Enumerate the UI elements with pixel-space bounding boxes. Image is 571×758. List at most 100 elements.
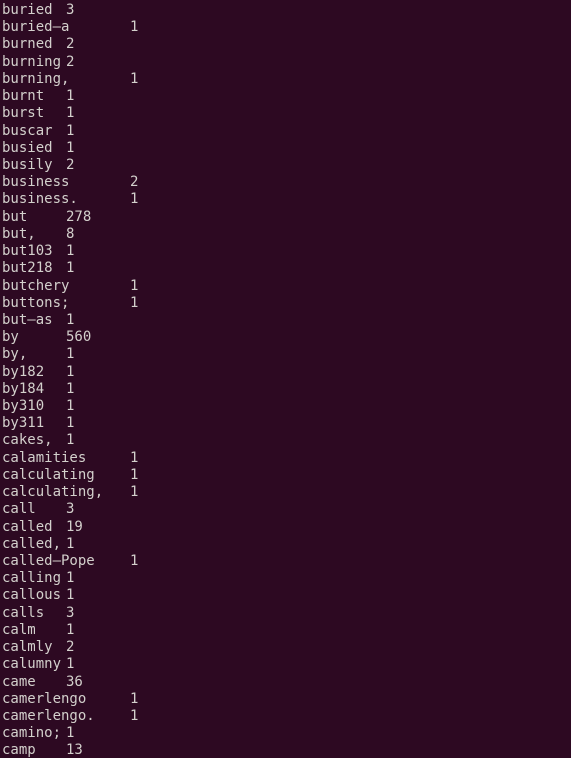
terminal-line: called, 1 [2,536,571,553]
count-cell: 2 [66,156,75,173]
count-cell: 1 [66,432,75,449]
count-cell: 1 [66,243,75,260]
count-cell: 2 [66,36,75,53]
word-cell: calmly [2,639,53,656]
terminal-line: but, 8 [2,226,571,243]
count-cell: 3 [66,501,75,518]
count-cell: 1 [66,656,75,673]
terminal-screen[interactable]: buried 3 buried–a 1 burned 2 burning 2 burning, 1… [0,0,571,758]
word-cell: butchery [2,277,70,294]
word-cell: burst [2,105,45,122]
word-cell: but218 [2,260,53,277]
terminal-line: burning 2 [2,54,571,71]
count-cell: 1 [130,707,139,724]
word-cell: cakes, [2,432,53,449]
word-cell: busily [2,156,53,173]
terminal-line: calculating 1 [2,467,571,484]
count-cell: 1 [130,277,139,294]
word-cell: by310 [2,398,45,415]
count-cell: 13 [66,742,83,758]
terminal-line: buscar 1 [2,123,571,140]
count-cell: 1 [66,535,75,552]
word-cell: but [2,208,28,225]
terminal-line: buried–a 1 [2,19,571,36]
count-cell: 1 [130,553,139,569]
word-cell: calumny [2,656,62,673]
terminal-line: buried 3 [2,2,571,19]
count-cell: 2 [130,174,139,191]
terminal-line: calumny 1 [2,656,571,673]
terminal-line: busily 2 [2,157,571,174]
terminal-line: camino; 1 [2,725,571,742]
terminal-line: by310 1 [2,398,571,415]
count-cell: 1 [130,484,139,501]
count-cell: 1 [66,725,75,742]
terminal-line: calm 1 [2,622,571,639]
word-cell: by182 [2,363,45,380]
terminal-line: business. 1 [2,191,571,208]
terminal-line: calculating, 1 [2,484,571,501]
terminal-line: calling 1 [2,570,571,587]
word-cell: burning, [2,70,70,87]
word-cell: but103 [2,243,53,260]
word-cell: business. [2,191,78,208]
terminal-line: burning, 1 [2,71,571,88]
word-cell: called [2,518,53,535]
word-cell: burned [2,36,53,53]
count-cell: 36 [66,673,83,690]
terminal-line: by182 1 [2,364,571,381]
terminal-line: but218 1 [2,260,571,277]
word-cell: by311 [2,415,45,432]
count-cell: 8 [66,225,75,242]
word-cell: calculating [2,466,95,483]
word-cell: but–as [2,311,53,328]
terminal-line: burnt 1 [2,88,571,105]
word-cell: but, [2,225,36,242]
word-cell: camerlengo [2,690,87,707]
count-cell: 1 [66,621,75,638]
terminal-line: called–Pope 1 [2,553,571,570]
terminal-line: busied 1 [2,140,571,157]
word-cell: burnt [2,88,45,105]
terminal-line: calmly 2 [2,639,571,656]
count-cell: 1 [66,380,75,397]
count-cell: 1 [66,105,75,122]
count-cell: 1 [66,587,75,604]
terminal-line: camerlengo. 1 [2,708,571,725]
count-cell: 1 [130,70,139,87]
count-cell: 1 [66,139,75,156]
word-cell: camino; [2,725,62,742]
count-cell: 1 [130,294,139,311]
word-cell: buscar [2,122,53,139]
count-cell: 1 [66,122,75,139]
word-cell: came [2,673,36,690]
terminal-line: buttons; 1 [2,295,571,312]
terminal-line: by, 1 [2,346,571,363]
terminal-line: call 3 [2,501,571,518]
word-cell: camerlengo. [2,707,95,724]
word-cell: calling [2,570,62,587]
count-cell: 1 [66,88,75,105]
terminal-line: butchery 1 [2,278,571,295]
terminal-line: by311 1 [2,415,571,432]
count-cell: 1 [130,19,139,36]
terminal-line: by 560 [2,329,571,346]
count-cell: 1 [66,415,75,432]
word-cell: busied [2,139,53,156]
count-cell: 278 [66,208,92,225]
count-cell: 3 [66,2,75,18]
count-cell: 1 [66,363,75,380]
terminal-line: camerlengo 1 [2,691,571,708]
count-cell: 2 [66,53,75,70]
word-cell: business [2,174,70,191]
count-cell: 1 [130,191,139,208]
terminal-line: but–as 1 [2,312,571,329]
word-cell: buried [2,2,53,18]
count-cell: 1 [66,260,75,277]
terminal-line: called 19 [2,519,571,536]
count-cell: 19 [66,518,83,535]
word-cell: burning [2,53,62,70]
word-cell: callous [2,587,62,604]
terminal-line: by184 1 [2,381,571,398]
terminal-output-area: buried 3 buried–a 1 burned 2 burning 2 burning, 1… [2,2,571,758]
